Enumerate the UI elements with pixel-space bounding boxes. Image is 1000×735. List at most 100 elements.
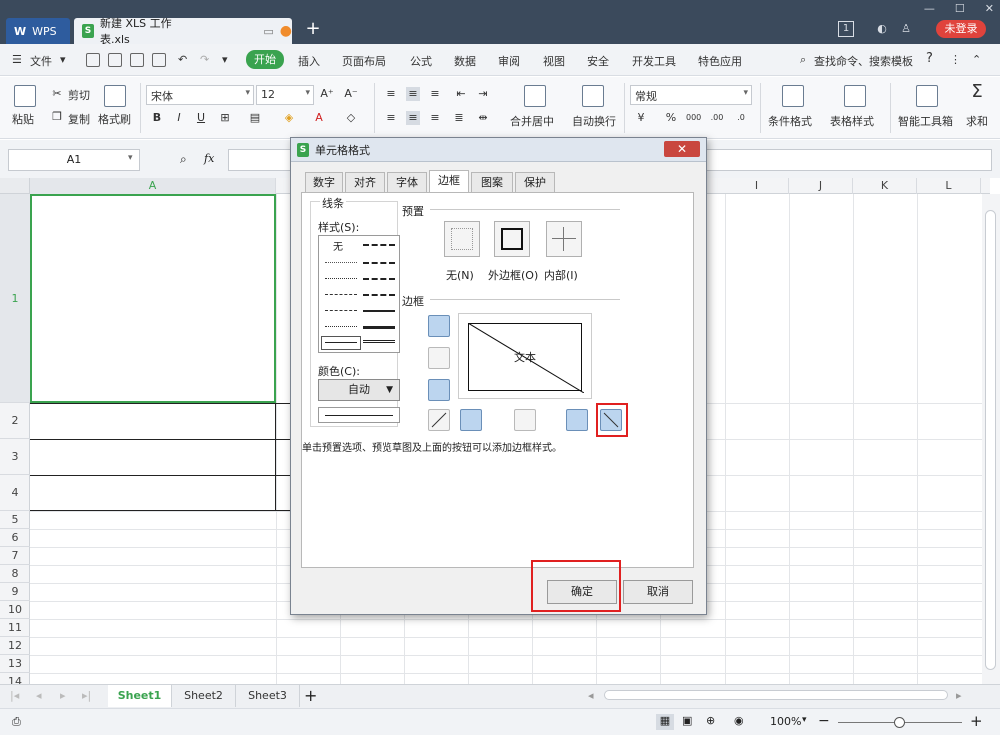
sum-button[interactable]: 求和 <box>966 113 988 129</box>
file-menu[interactable]: 文件 <box>30 53 52 69</box>
window-count-badge[interactable]: 1 <box>838 21 854 37</box>
insert-function-icon[interactable]: fx <box>204 152 214 165</box>
decrease-font-icon[interactable]: A⁻ <box>344 87 358 101</box>
row-header-5[interactable]: 5 <box>0 511 30 529</box>
border-diagonal-up-button[interactable] <box>428 409 450 431</box>
horizontal-scroll-thumb[interactable] <box>604 690 948 700</box>
line-style-option[interactable] <box>363 244 395 246</box>
dialog-tab-protection[interactable]: 保护 <box>515 172 555 192</box>
row-header-8[interactable]: 8 <box>0 565 30 583</box>
maximize-icon[interactable]: ☐ <box>955 2 965 16</box>
line-style-selected[interactable] <box>321 336 361 350</box>
print-icon[interactable] <box>130 53 144 67</box>
font-size-select[interactable]: 12 <box>256 85 314 105</box>
normal-view-icon[interactable]: ▦ <box>656 714 674 730</box>
row-header-12[interactable]: 12 <box>0 637 30 655</box>
menu-tab-developer[interactable]: 开发工具 <box>632 53 676 69</box>
increase-font-icon[interactable]: A⁺ <box>320 87 334 101</box>
conditional-format-button[interactable]: 条件格式 <box>768 113 812 129</box>
row-header-9[interactable]: 9 <box>0 583 30 601</box>
row-header-11[interactable]: 11 <box>0 619 30 637</box>
align-left-icon[interactable]: ≡ <box>384 111 398 125</box>
paste-icon[interactable] <box>14 85 36 107</box>
hscroll-right-icon[interactable]: ▸ <box>956 689 962 702</box>
dialog-tab-number[interactable]: 数字 <box>305 172 343 192</box>
conditional-format-icon[interactable] <box>782 85 804 107</box>
eye-protection-icon[interactable]: ◉ <box>734 714 744 727</box>
line-style-none[interactable]: 无 <box>333 238 343 253</box>
dialog-tab-font[interactable]: 字体 <box>387 172 427 192</box>
column-header-k[interactable]: K <box>853 178 917 194</box>
print-preview-icon[interactable] <box>108 53 122 67</box>
fill-pattern-icon[interactable]: ▤ <box>248 111 262 125</box>
prev-sheet-icon[interactable]: ◂ <box>36 689 42 702</box>
justify-icon[interactable]: ≣ <box>452 111 466 125</box>
row-header-6[interactable]: 6 <box>0 529 30 547</box>
row-header-1[interactable]: 1 <box>0 194 30 403</box>
dialog-tab-border[interactable]: 边框 <box>429 170 469 192</box>
preset-none-button[interactable] <box>444 221 480 257</box>
row-header-4[interactable]: 4 <box>0 475 30 511</box>
border-right-button[interactable] <box>566 409 588 431</box>
align-center-icon[interactable]: ≡ <box>406 111 420 125</box>
command-search[interactable]: 查找命令、搜索模板 <box>814 53 913 69</box>
first-sheet-icon[interactable]: |◂ <box>10 689 19 702</box>
page-break-view-icon[interactable]: ▣ <box>682 714 692 727</box>
cut-button[interactable]: 剪切 <box>68 87 90 103</box>
skin-icon[interactable]: ◐ <box>874 21 890 37</box>
line-style-option[interactable] <box>363 262 395 264</box>
border-top-button[interactable] <box>428 315 450 337</box>
format-painter-button[interactable]: 格式刷 <box>98 111 131 127</box>
zoom-level[interactable]: 100% <box>770 715 801 728</box>
copy-icon[interactable]: ❐ <box>50 110 64 124</box>
minimize-icon[interactable]: — <box>924 2 935 16</box>
line-style-option[interactable] <box>325 278 357 279</box>
wrap-text-icon[interactable] <box>582 85 604 107</box>
dialog-tab-pattern[interactable]: 图案 <box>471 172 513 192</box>
paste-button[interactable]: 粘贴 <box>12 111 34 127</box>
line-style-option[interactable] <box>363 278 395 280</box>
menu-tab-data[interactable]: 数据 <box>454 53 476 69</box>
column-header-l[interactable]: L <box>917 178 981 194</box>
outdent-icon[interactable]: ⇤ <box>454 87 468 101</box>
font-name-select[interactable]: 宋体 <box>146 85 254 105</box>
wps-home-tab[interactable]: W WPS <box>6 18 70 44</box>
smart-toolbox-button[interactable]: 智能工具箱 <box>898 113 953 129</box>
line-style-option[interactable] <box>363 326 395 329</box>
menu-tab-start[interactable]: 开始 <box>246 50 284 69</box>
row-header-2[interactable]: 2 <box>0 403 30 439</box>
border-inner-horizontal-button[interactable] <box>428 347 450 369</box>
zoom-out-icon[interactable]: − <box>818 713 830 729</box>
align-top-icon[interactable]: ≡ <box>384 87 398 101</box>
scissors-icon[interactable]: ✂ <box>50 87 64 101</box>
preset-outline-button[interactable] <box>494 221 530 257</box>
smart-toolbox-icon[interactable] <box>916 85 938 107</box>
thousands-icon[interactable]: 000 <box>686 111 701 125</box>
table-style-icon[interactable] <box>844 85 866 107</box>
indent-icon[interactable]: ⇥ <box>476 87 490 101</box>
menu-tab-insert[interactable]: 插入 <box>298 53 320 69</box>
menu-tab-special[interactable]: 特色应用 <box>698 53 742 69</box>
selected-cell-a1[interactable] <box>30 194 276 403</box>
align-middle-icon[interactable]: ≡ <box>406 87 420 101</box>
increase-decimal-icon[interactable]: .00 <box>710 111 724 125</box>
merge-center-icon[interactable] <box>524 85 546 107</box>
document-tab[interactable]: S 新建 XLS 工作表.xls ▭ ● <box>74 17 292 46</box>
name-box-chevron-icon[interactable]: ▾ <box>128 153 133 163</box>
line-style-option[interactable] <box>325 262 357 263</box>
menu-tab-security[interactable]: 安全 <box>587 53 609 69</box>
wrap-text-button[interactable]: 自动换行 <box>572 113 616 129</box>
line-style-option[interactable] <box>325 326 357 327</box>
hscroll-left-icon[interactable]: ◂ <box>588 689 594 702</box>
line-style-option[interactable] <box>325 294 357 295</box>
menu-tab-review[interactable]: 审阅 <box>498 53 520 69</box>
menu-tab-page-layout[interactable]: 页面布局 <box>342 53 386 69</box>
sheet-tab-sheet2[interactable]: Sheet2 <box>172 685 236 707</box>
file-menu-chevron-icon[interactable]: ▾ <box>60 53 66 66</box>
italic-icon[interactable]: I <box>172 111 186 125</box>
sheet-status-icon[interactable]: ⎙ <box>12 715 21 729</box>
close-window-icon[interactable]: ✕ <box>985 2 994 16</box>
sheet-tab-sheet3[interactable]: Sheet3 <box>236 685 300 707</box>
next-sheet-icon[interactable]: ▸ <box>60 689 66 702</box>
clear-format-icon[interactable]: ◇ <box>344 111 358 125</box>
